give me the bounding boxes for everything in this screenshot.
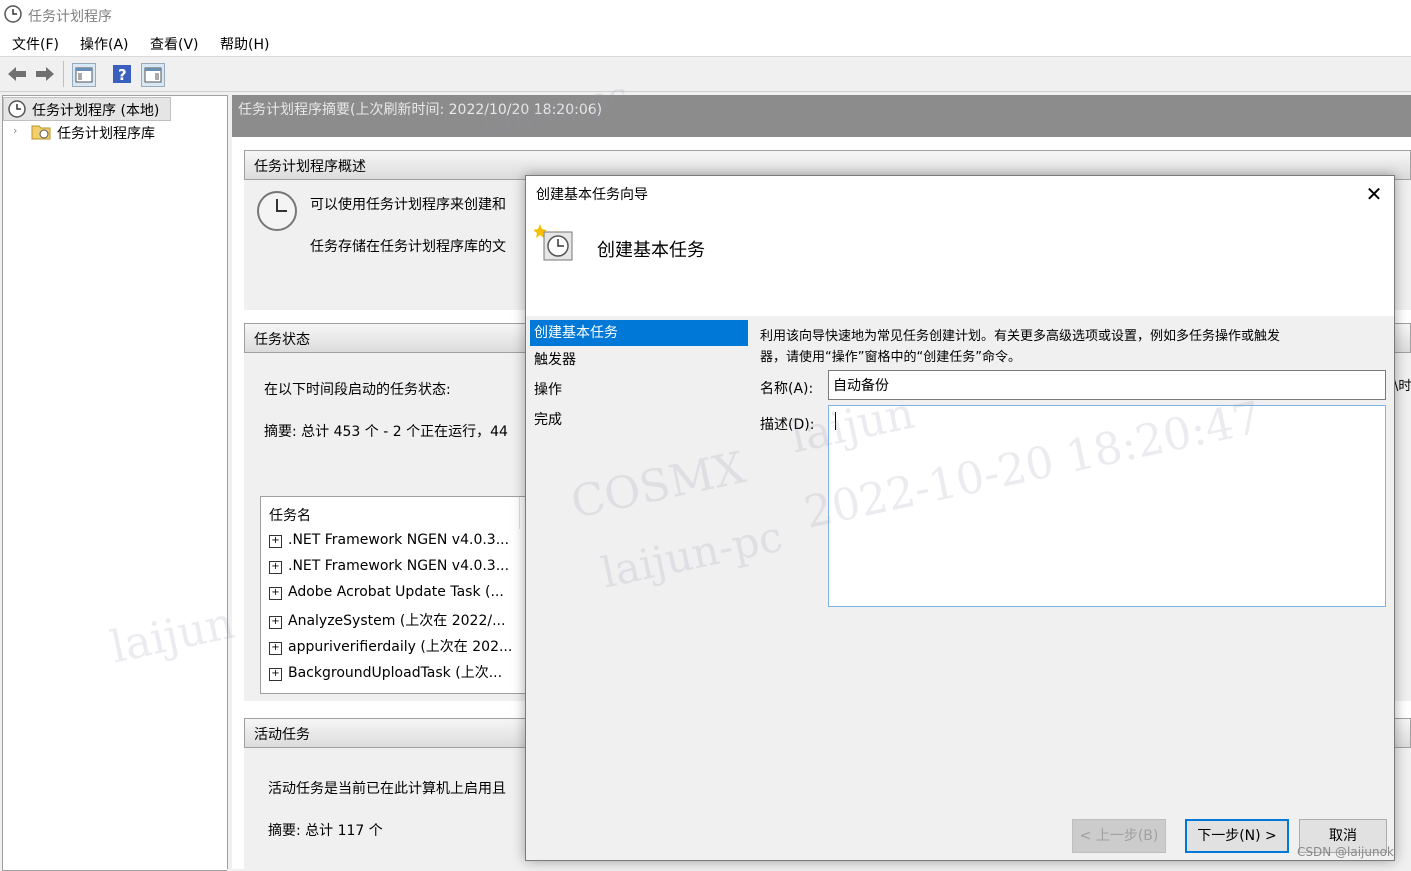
task-column-header[interactable]: 任务名 <box>269 505 311 525</box>
intro-line2: 器，请使用“操作”窗格中的“创建任务”命令。 <box>760 350 1021 365</box>
next-button[interactable]: 下一步(N) > <box>1185 819 1289 853</box>
expand-plus-icon[interactable]: + <box>269 561 282 574</box>
task-name: appuriverifierdaily (上次在 202... <box>288 639 513 655</box>
window-title: 任务计划程序 <box>28 9 112 25</box>
menu-view[interactable]: 查看(V) <box>150 34 199 54</box>
status-label: 在以下时间段启动的任务状态: <box>264 382 451 398</box>
menu-action[interactable]: 操作(A) <box>80 34 129 54</box>
toolbar: ? <box>0 57 1411 92</box>
clock-icon <box>8 100 26 122</box>
task-row[interactable]: + .NET Framework NGEN v4.0.3... <box>269 532 509 548</box>
step-create-basic-task[interactable]: 创建基本任务 <box>530 320 748 346</box>
active-title: 活动任务 <box>254 727 310 743</box>
description-field[interactable] <box>828 405 1386 607</box>
toolbar-separator <box>63 61 64 87</box>
desc-label: 描述(D): <box>760 417 815 433</box>
side-text: \时 <box>1394 379 1411 394</box>
footer-credit: CSDN @laijunok <box>1297 845 1394 859</box>
task-name: BackgroundUploadTask (上次... <box>288 665 503 681</box>
task-list: 任务名 + .NET Framework NGEN v4.0.3... + .NET… <box>260 496 532 694</box>
step-trigger[interactable]: 触发器 <box>530 347 748 373</box>
text-caret <box>835 412 836 430</box>
clock-app-icon <box>4 5 22 27</box>
expand-plus-icon[interactable]: + <box>269 535 282 548</box>
active-summary: 摘要: 总计 117 个 <box>268 823 383 839</box>
task-row[interactable]: + AnalyzeSystem (上次在 2022/... <box>269 610 505 630</box>
menu-help[interactable]: 帮助(H) <box>220 34 269 54</box>
overview-line1: 可以使用任务计划程序来创建和 <box>310 197 506 213</box>
expand-plus-icon[interactable]: + <box>269 616 282 629</box>
status-title: 任务状态 <box>254 332 310 348</box>
back-arrow-icon[interactable] <box>6 63 28 85</box>
overview-line2: 任务存储在任务计划程序库的文 <box>310 239 506 255</box>
show-hide-console-tree-icon[interactable] <box>72 63 96 87</box>
task-name: AnalyzeSystem (上次在 2022/... <box>288 613 506 629</box>
create-basic-task-dialog: 创建基本任务向导 ✕ 创建基本任务 创建基本任务 触发器 操作 完成 利用该向导… <box>525 175 1395 861</box>
tree-item-library[interactable]: 任务计划程序库 <box>57 123 155 143</box>
title-bar: 任务计划程序 <box>0 0 1411 30</box>
tree-item-root-label: 任务计划程序 (本地) <box>32 103 160 119</box>
summary-header-text: 任务计划程序摘要(上次刷新时间: 2022/10/20 18:20:06) <box>238 102 603 118</box>
console-tree: 任务计划程序 (本地) › 任务计划程序库 <box>2 95 227 871</box>
task-row[interactable]: + .NET Framework NGEN v4.0.3... <box>269 558 509 574</box>
clock-large-icon <box>256 190 298 236</box>
menu-bar: 文件(F) 操作(A) 查看(V) 帮助(H) <box>0 30 1411 57</box>
close-icon[interactable]: ✕ <box>1362 182 1386 206</box>
name-field[interactable]: 自动备份 <box>828 370 1386 400</box>
task-name: Adobe Acrobat Update Task (... <box>288 584 504 600</box>
task-wizard-icon <box>533 222 576 268</box>
step-finish[interactable]: 完成 <box>530 407 748 433</box>
dialog-header: 创建基本任务向导 ✕ 创建基本任务 <box>526 176 1394 316</box>
show-action-pane-icon[interactable] <box>141 63 165 87</box>
step-action[interactable]: 操作 <box>530 377 748 403</box>
summary-header: 任务计划程序摘要(上次刷新时间: 2022/10/20 18:20:06) <box>232 95 1411 137</box>
menu-file[interactable]: 文件(F) <box>12 34 59 54</box>
name-label: 名称(A): <box>760 381 814 397</box>
svg-text:?: ? <box>118 66 127 84</box>
expand-chevron-icon[interactable]: › <box>13 124 17 137</box>
back-button[interactable]: < 上一步(B) <box>1072 819 1166 853</box>
name-value: 自动备份 <box>833 378 889 394</box>
tree-item-root[interactable]: 任务计划程序 (本地) <box>3 97 171 121</box>
active-desc: 活动任务是当前已在此计算机上启用且 <box>268 781 506 797</box>
task-name: .NET Framework NGEN v4.0.3... <box>288 532 510 548</box>
help-icon[interactable]: ? <box>111 63 133 85</box>
forward-arrow-icon[interactable] <box>34 63 56 85</box>
expand-plus-icon[interactable]: + <box>269 642 282 655</box>
task-name: .NET Framework NGEN v4.0.3... <box>288 558 510 574</box>
overview-title: 任务计划程序概述 <box>254 159 366 175</box>
task-row[interactable]: + BackgroundUploadTask (上次... <box>269 662 502 682</box>
intro-line1: 利用该向导快速地为常见任务创建计划。有关更多高级选项或设置，例如多任务操作或触发 <box>760 329 1281 344</box>
task-row[interactable]: + Adobe Acrobat Update Task (... <box>269 584 504 600</box>
column-divider[interactable] <box>519 497 520 529</box>
expand-plus-icon[interactable]: + <box>269 668 282 681</box>
expand-plus-icon[interactable]: + <box>269 587 282 600</box>
status-summary: 摘要: 总计 453 个 - 2 个正在运行，44 <box>264 424 508 440</box>
dialog-heading: 创建基本任务 <box>597 240 705 261</box>
folder-clock-icon <box>31 122 51 144</box>
dialog-title: 创建基本任务向导 <box>536 187 648 203</box>
task-row[interactable]: + appuriverifierdaily (上次在 202... <box>269 636 512 656</box>
